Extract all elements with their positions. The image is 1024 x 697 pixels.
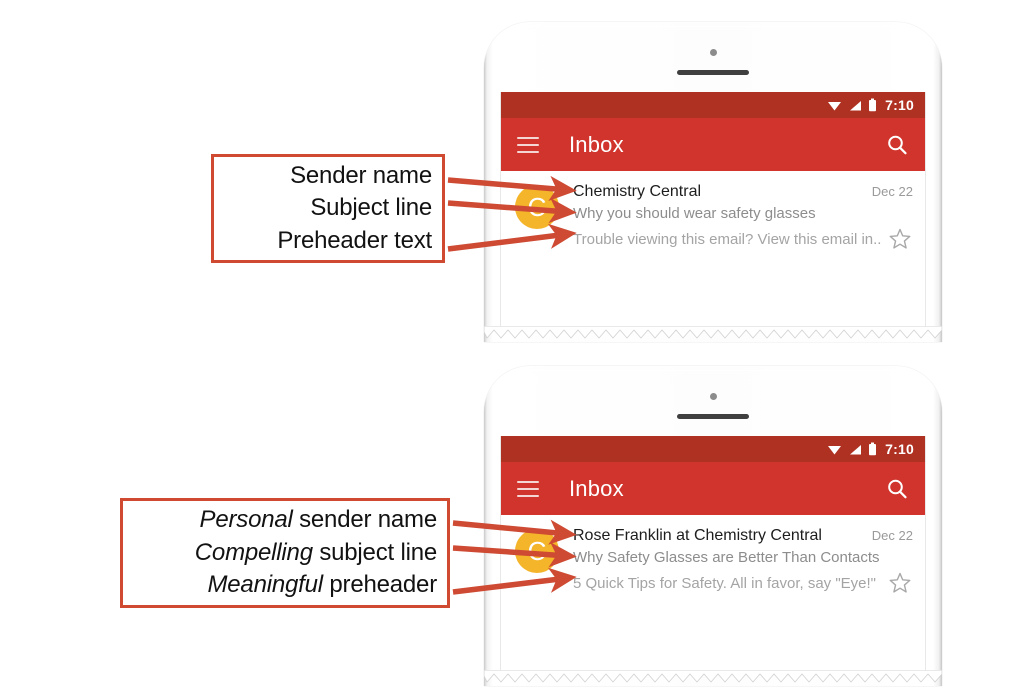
phone-bezel-highlight [489, 26, 937, 86]
mail-top-row: Rose Franklin at Chemistry Central Dec 2… [573, 527, 913, 545]
status-time: 7:10 [885, 441, 914, 457]
mail-subject-line: Why Safety Glasses are Better Than Conta… [573, 549, 880, 566]
mail-top-row: Chemistry Central Dec 22 [573, 183, 913, 201]
front-camera-icon [709, 49, 717, 56]
avatar: C [515, 529, 559, 573]
front-camera-icon [709, 393, 717, 400]
torn-edge-decoration [484, 326, 942, 339]
mail-preheader-text: Trouble viewing this email? View this em… [573, 230, 881, 248]
mail-bottom-row: Trouble viewing this email? View this em… [573, 226, 913, 252]
avatar: C [515, 185, 559, 229]
mail-bottom-row: 5 Quick Tips for Safety. All in favor, s… [573, 570, 913, 596]
mail-subject-line: Why you should wear safety glasses [573, 205, 816, 222]
mail-date: Dec 22 [871, 528, 913, 543]
avatar-letter: C [527, 535, 547, 566]
status-bar: 7:10 [501, 436, 925, 462]
status-bar: 7:10 [501, 92, 925, 118]
phone-screen: 7:10 Inbox C Chemistry Central Dec 22 Wh… [500, 92, 926, 328]
callout-line-text: subject line [312, 538, 437, 566]
callout-line-text: Sender name [290, 161, 432, 189]
mail-preheader-text: 5 Quick Tips for Safety. All in favor, s… [573, 574, 876, 592]
app-bar-title: Inbox [569, 475, 624, 501]
phone-bezel-highlight [489, 370, 937, 430]
star-outline-icon[interactable] [887, 226, 913, 252]
mail-list-item[interactable]: C Rose Franklin at Chemistry Central Dec… [501, 515, 925, 608]
status-time: 7:10 [885, 97, 914, 113]
callout-line: Preheader text [277, 225, 432, 258]
phone-mockup-before: 7:10 Inbox C Chemistry Central Dec 22 Wh… [484, 22, 942, 342]
callout-line: Meaningful preheader [207, 569, 437, 602]
callout-box-before: Sender name Subject line Preheader text [211, 154, 445, 263]
app-bar-title: Inbox [569, 131, 624, 157]
phone-screen: 7:10 Inbox C Rose Franklin at Chemistry … [500, 436, 926, 672]
battery-icon [869, 442, 877, 456]
hamburger-icon[interactable] [517, 480, 539, 497]
callout-line-text: sender name [292, 506, 437, 534]
app-bar: Inbox [501, 118, 925, 171]
callout-line: Personal sender name [199, 504, 438, 537]
mail-text-block: Chemistry Central Dec 22 Why you should … [573, 183, 913, 252]
search-icon[interactable] [885, 133, 909, 157]
earpiece-speaker-icon [677, 70, 749, 75]
torn-edge-decoration [484, 670, 942, 683]
mail-sender-name: Rose Franklin at Chemistry Central [573, 527, 822, 544]
callout-line-text: preheader [322, 571, 437, 599]
callout-box-after: Personal sender name Compelling subject … [120, 498, 450, 608]
phone-mockup-after: 7:10 Inbox C Rose Franklin at Chemistry … [484, 366, 942, 686]
avatar-letter: C [527, 191, 547, 222]
search-icon[interactable] [885, 477, 909, 501]
signal-icon [850, 444, 862, 454]
wifi-icon [828, 101, 842, 110]
signal-icon [850, 100, 862, 110]
callout-line: Sender name [290, 160, 432, 193]
callout-line-emphasis: Meaningful [207, 571, 323, 599]
app-bar: Inbox [501, 462, 925, 515]
mail-text-block: Rose Franklin at Chemistry Central Dec 2… [573, 527, 913, 596]
callout-line: Compelling subject line [195, 537, 437, 570]
hamburger-icon[interactable] [517, 136, 539, 153]
mail-date: Dec 22 [871, 184, 913, 199]
mail-list-item[interactable]: C Chemistry Central Dec 22 Why you shoul… [501, 171, 925, 264]
callout-line-emphasis: Personal [199, 506, 293, 534]
callout-line-emphasis: Compelling [194, 538, 313, 566]
callout-line-text: Subject line [310, 194, 432, 222]
callout-line-text: Preheader text [277, 226, 432, 254]
earpiece-speaker-icon [677, 414, 749, 419]
battery-icon [869, 98, 877, 112]
star-outline-icon[interactable] [887, 570, 913, 596]
mail-sender-name: Chemistry Central [573, 183, 702, 200]
callout-line: Subject line [310, 192, 432, 225]
wifi-icon [828, 445, 842, 454]
